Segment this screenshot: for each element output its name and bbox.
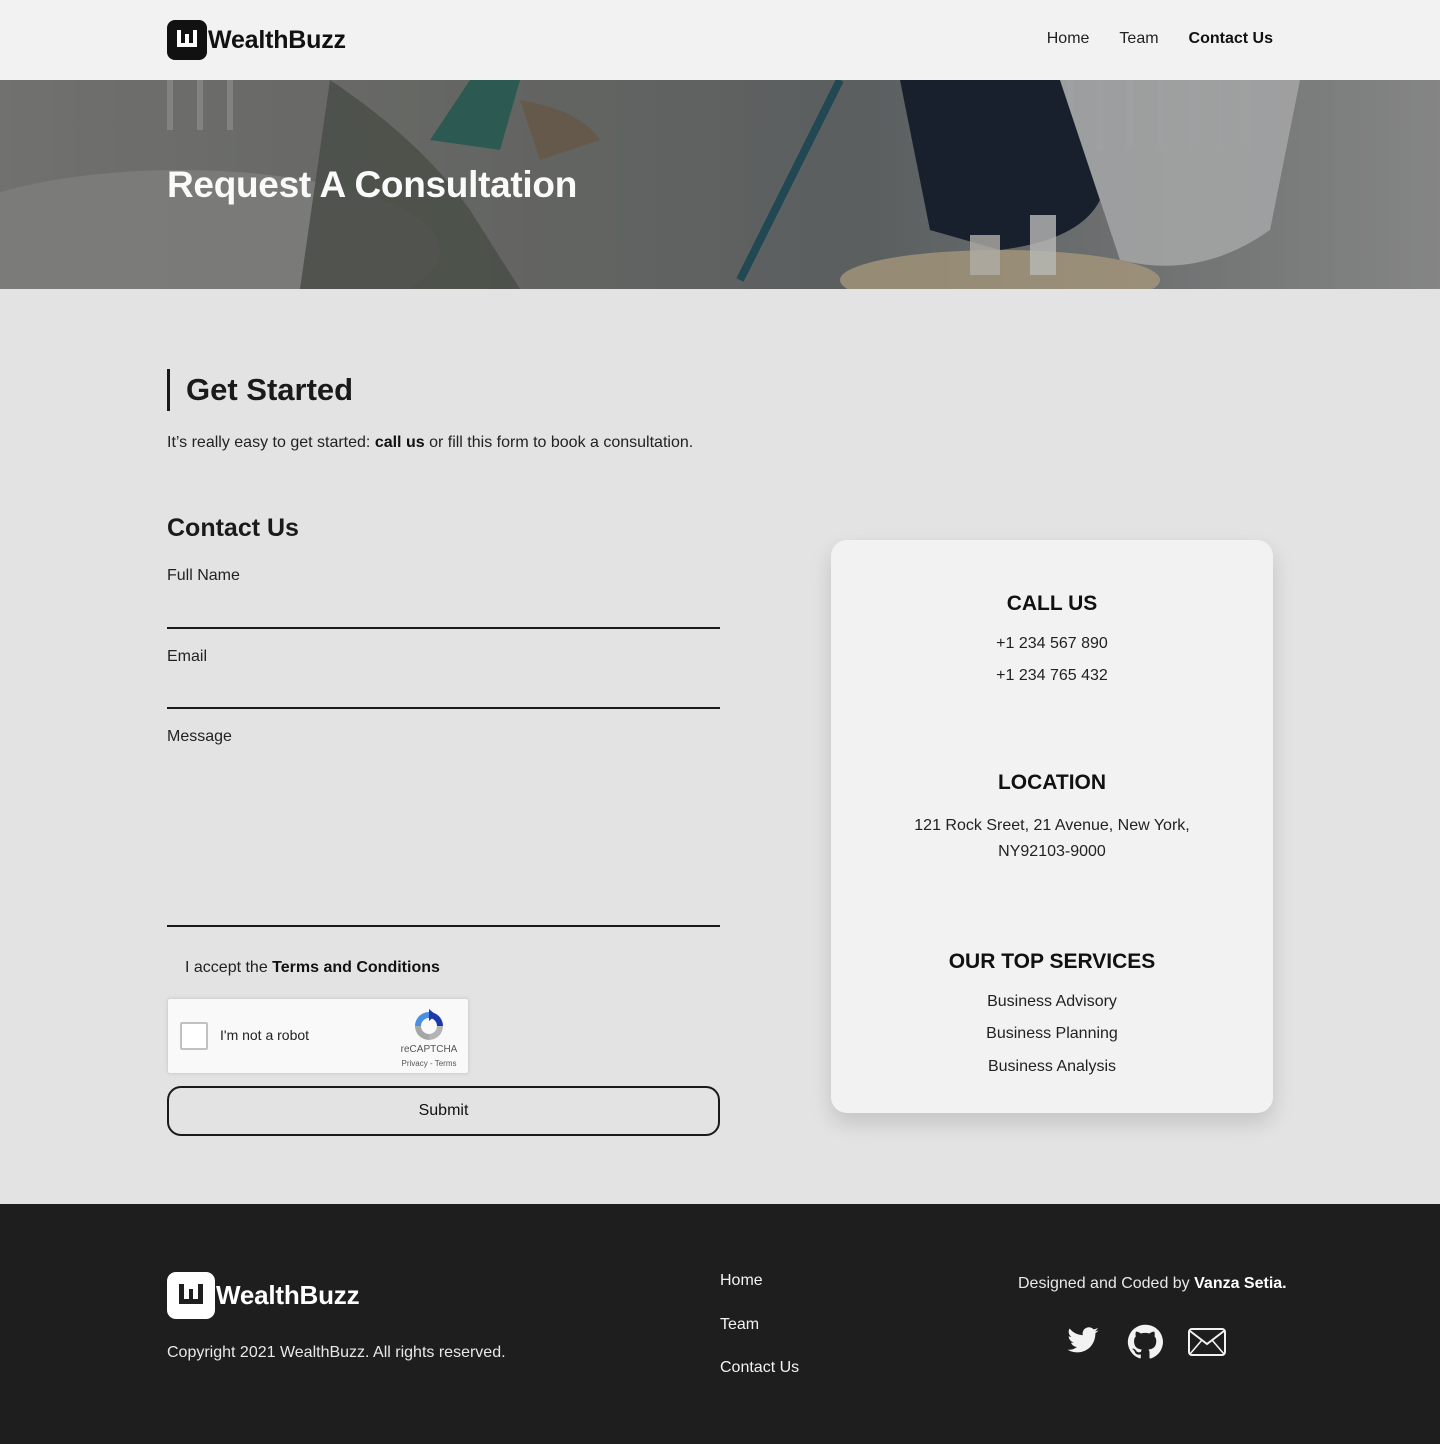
- phone-number[interactable]: +1 234 765 432: [831, 667, 1273, 685]
- nav-item-home[interactable]: Home: [1047, 30, 1090, 48]
- message-textarea[interactable]: [167, 758, 720, 927]
- footer-nav-contact-us[interactable]: Contact Us: [720, 1359, 799, 1377]
- intro-text: It’s really easy to get started: call us…: [167, 434, 693, 452]
- copyright-text: Copyright 2021 WealthBuzz. All rights re…: [167, 1344, 506, 1361]
- intro-prefix: It’s really easy to get started:: [167, 434, 375, 451]
- nav-item-team[interactable]: Team: [1119, 30, 1158, 48]
- brand-logo[interactable]: WealthBuzz: [167, 20, 346, 60]
- recaptcha-brand: reCAPTCHA: [400, 1044, 458, 1055]
- intro-suffix: or fill this form to book a consultation…: [424, 434, 694, 451]
- nav-item-contact-us[interactable]: Contact Us: [1189, 30, 1273, 48]
- service-item: Business Advisory: [987, 993, 1117, 1010]
- footer-brand-name: WealthBuzz: [216, 1280, 360, 1310]
- recaptcha-checkbox[interactable]: [180, 1022, 208, 1050]
- terms-prefix: I accept the: [185, 959, 273, 976]
- contact-form-heading: Contact Us: [167, 514, 299, 542]
- get-started-heading: Get Started: [167, 369, 353, 411]
- terms-consent[interactable]: I accept the Terms and Conditions: [185, 959, 440, 977]
- credit-prefix: Designed and Coded by: [1018, 1275, 1195, 1292]
- logo-mark-icon: [167, 1272, 215, 1319]
- phone-number[interactable]: +1 234 567 890: [831, 635, 1273, 653]
- call-us-link[interactable]: call us: [375, 434, 425, 451]
- main-nav: Home Team Contact Us: [1047, 30, 1273, 48]
- recaptcha-label: I'm not a robot: [220, 1027, 310, 1043]
- credit-text: Designed and Coded by Vanza Setia.: [1018, 1275, 1287, 1293]
- full-name-label: Full Name: [167, 567, 240, 584]
- site-footer: WealthBuzz Copyright 2021 WealthBuzz. Al…: [0, 1204, 1440, 1444]
- location-heading: LOCATION: [997, 771, 1107, 794]
- call-us-heading: CALL US: [1006, 592, 1098, 615]
- logo-mark-icon: [167, 20, 207, 60]
- address-line: NY92103-9000: [998, 843, 1106, 860]
- footer-brand-logo[interactable]: WealthBuzz: [167, 1272, 360, 1319]
- services-heading: OUR TOP SERVICES: [948, 950, 1156, 973]
- recaptcha-widget: I'm not a robot reCAPTCHA Privacy - Term…: [167, 998, 469, 1074]
- recaptcha-icon: [415, 1009, 443, 1040]
- footer-nav-home[interactable]: Home: [720, 1272, 763, 1290]
- hero-banner: Request A Consultation: [0, 80, 1440, 289]
- address-line: 121 Rock Sreet, 21 Avenue, New York,: [914, 817, 1190, 834]
- github-icon[interactable]: [1127, 1324, 1163, 1365]
- page-title: Request A Consultation: [167, 164, 577, 205]
- full-name-input[interactable]: [167, 597, 720, 629]
- service-item: Business Planning: [986, 1025, 1118, 1042]
- message-label: Message: [167, 728, 232, 745]
- site-header: WealthBuzz Home Team Contact Us: [0, 0, 1440, 80]
- mail-icon[interactable]: [1188, 1328, 1226, 1361]
- email-label: Email: [167, 648, 208, 665]
- twitter-icon[interactable]: [1065, 1324, 1101, 1363]
- email-input[interactable]: [167, 677, 720, 709]
- brand-name: WealthBuzz: [208, 25, 346, 54]
- service-item: Business Analysis: [987, 1058, 1117, 1075]
- contact-info-card: CALL US +1 234 567 890 +1 234 765 432 LO…: [831, 540, 1273, 1113]
- submit-button[interactable]: Submit: [167, 1086, 720, 1136]
- terms-link[interactable]: Terms and Conditions: [272, 959, 440, 976]
- recaptcha-links[interactable]: Privacy - Terms: [396, 1059, 462, 1068]
- author-link[interactable]: Vanza Setia.: [1194, 1275, 1287, 1292]
- footer-nav-team[interactable]: Team: [720, 1316, 759, 1334]
